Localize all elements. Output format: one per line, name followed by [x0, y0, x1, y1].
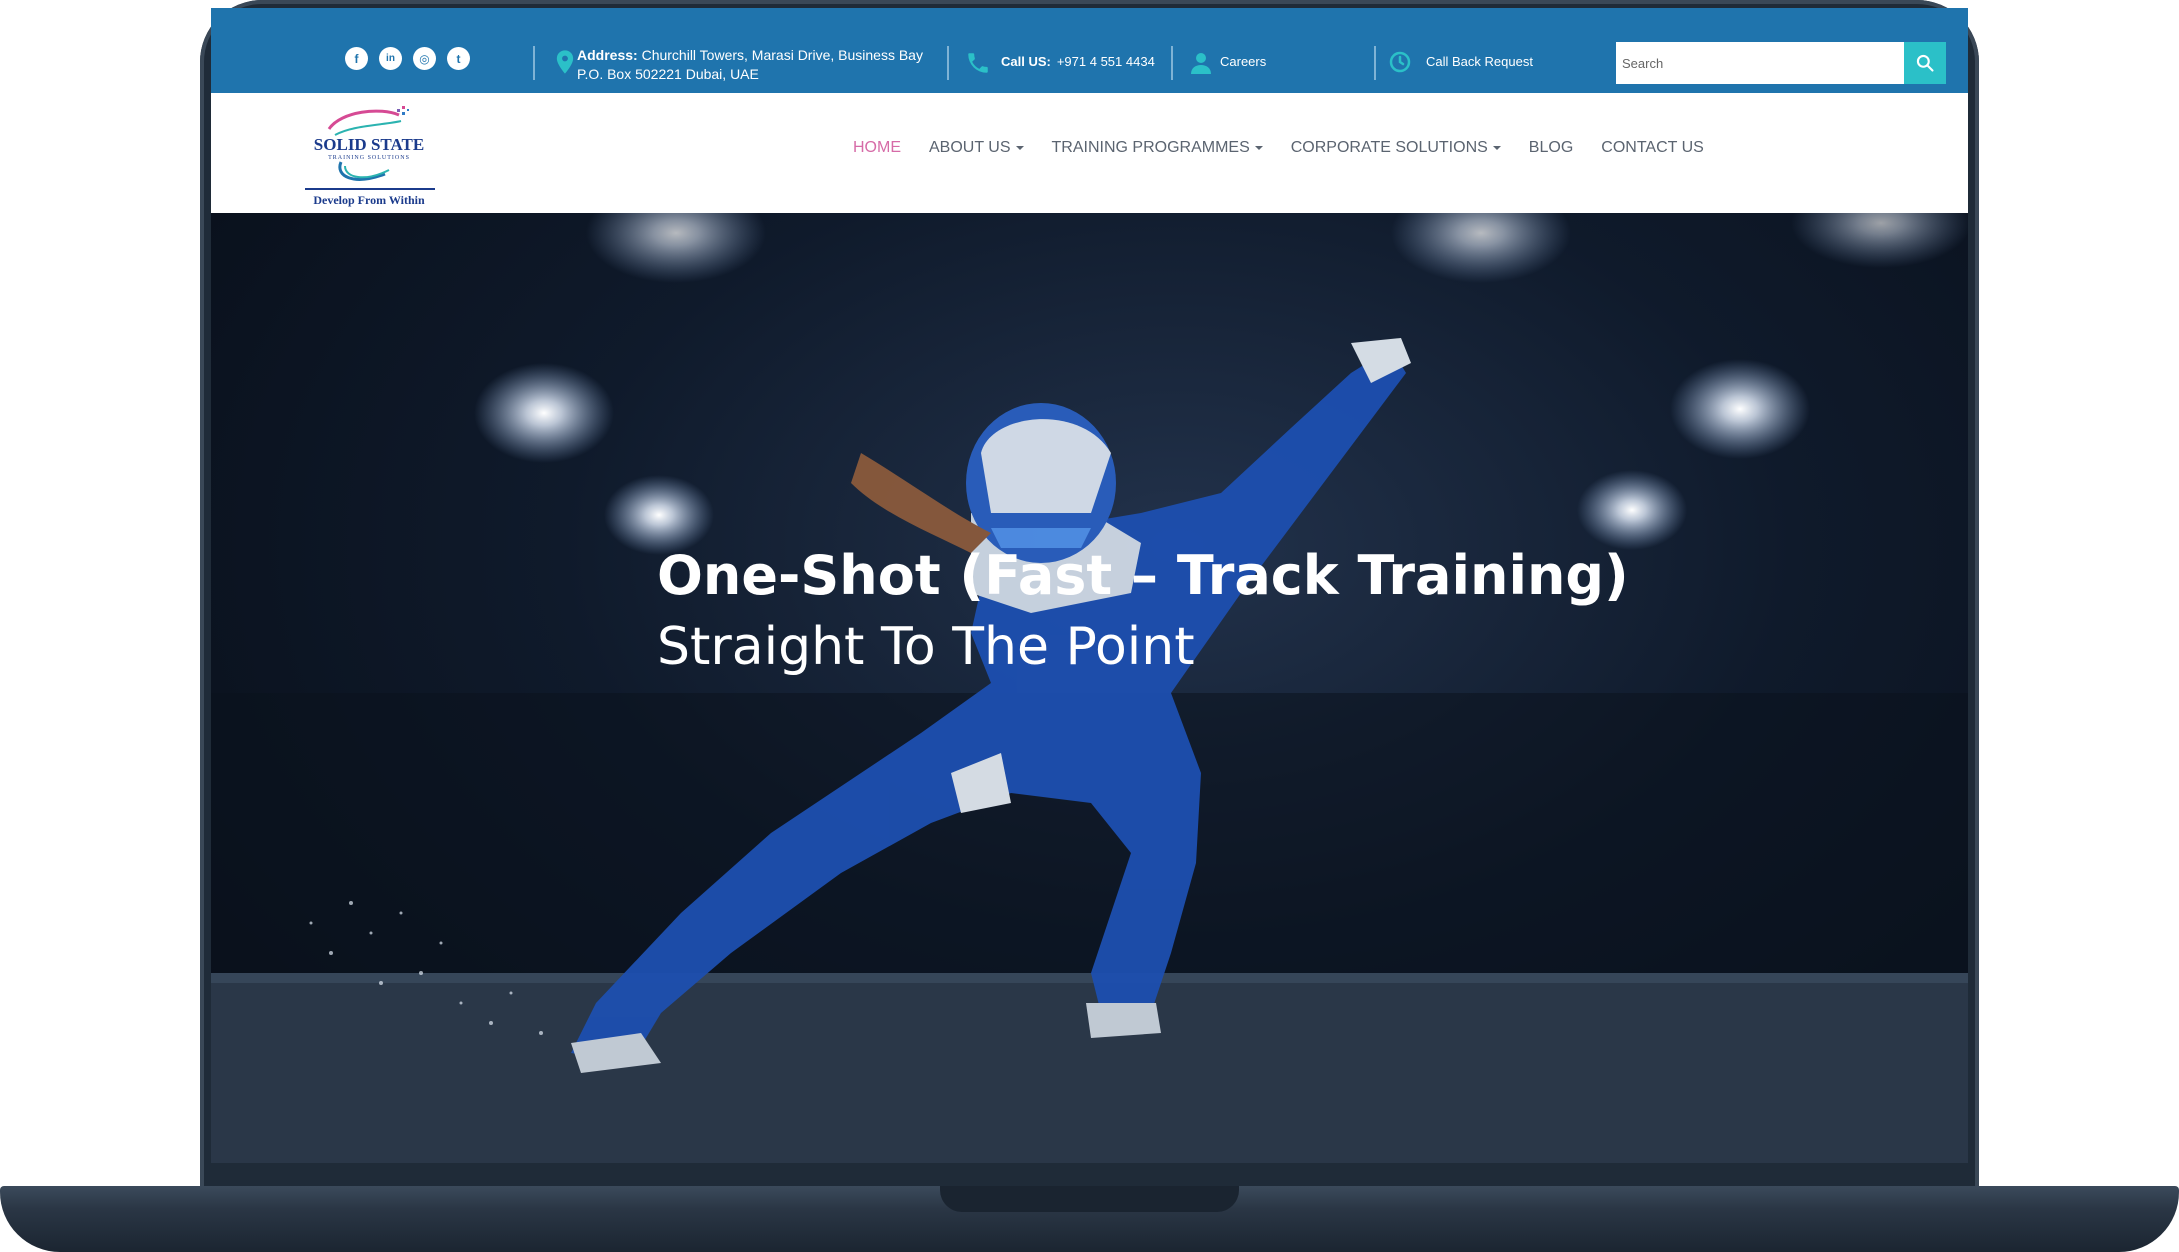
location-pin-icon [556, 50, 574, 74]
linkedin-icon[interactable]: in [379, 47, 402, 70]
user-icon [1191, 53, 1211, 74]
address-line-2: P.O. Box 502221 Dubai, UAE [577, 66, 759, 82]
call-us-link[interactable]: Call US: +971 4 551 4434 [1001, 54, 1155, 69]
address-line-1: Churchill Towers, Marasi Drive, Business… [641, 47, 923, 63]
laptop-notch [940, 1186, 1239, 1212]
clock-icon [1389, 51, 1411, 73]
top-info-bar: f in ◎ t Address: Churchill Towers, Mara… [211, 8, 1968, 93]
logo-tagline: Develop From Within [313, 193, 425, 207]
search-icon [1916, 54, 1934, 72]
site-logo[interactable]: SOLID STATE TRAINING SOLUTIONS Develop F… [301, 105, 437, 209]
nav-about-us[interactable]: ABOUT US [929, 139, 1024, 157]
divider [1171, 46, 1173, 80]
call-back-request-link[interactable]: Call Back Request [1426, 54, 1533, 69]
nav-corporate-solutions-label: CORPORATE SOLUTIONS [1290, 139, 1488, 156]
instagram-icon[interactable]: ◎ [413, 47, 436, 70]
nav-training-programmes-label: TRAINING PROGRAMMES [1051, 139, 1250, 156]
facebook-icon[interactable]: f [345, 47, 368, 70]
logo-ring-icon [338, 161, 390, 181]
phone-icon [968, 53, 988, 73]
nav-blog[interactable]: BLOG [1529, 139, 1573, 157]
nav-contact-us[interactable]: CONTACT US [1601, 139, 1704, 157]
careers-link[interactable]: Careers [1220, 54, 1266, 69]
divider [1374, 46, 1376, 80]
chevron-down-icon [1492, 146, 1501, 150]
twitter-icon[interactable]: t [447, 47, 470, 70]
nav-home[interactable]: HOME [853, 139, 901, 157]
nav-training-programmes[interactable]: TRAINING PROGRAMMES [1052, 139, 1263, 157]
main-navbar: SOLID STATE TRAINING SOLUTIONS Develop F… [211, 93, 1968, 213]
laptop-screen: f in ◎ t Address: Churchill Towers, Mara… [211, 8, 1968, 1163]
chevron-down-icon [1015, 146, 1024, 150]
hero-banner: One-Shot (Fast – Track Training) Straigh… [211, 213, 1968, 1163]
search-input[interactable] [1616, 42, 1904, 84]
divider [533, 46, 535, 80]
logo-divider [305, 188, 435, 190]
logo-name: SOLID STATE [313, 135, 425, 154]
main-menu: HOME ABOUT US TRAINING PROGRAMMES CORPOR… [853, 139, 1704, 157]
nav-corporate-solutions[interactable]: CORPORATE SOLUTIONS [1291, 139, 1501, 157]
nav-home-label: HOME [853, 139, 901, 156]
call-number: +971 4 551 4434 [1056, 54, 1155, 69]
nav-about-us-label: ABOUT US [929, 139, 1011, 156]
chevron-down-icon [1254, 146, 1263, 150]
divider [947, 46, 949, 80]
social-links: f in ◎ t [345, 47, 470, 70]
address-label: Address: [577, 47, 638, 63]
hero-background-image [211, 213, 1968, 1163]
hero-title: One-Shot (Fast – Track Training) [657, 544, 1629, 607]
nav-blog-label: BLOG [1528, 139, 1574, 156]
hero-subtitle: Straight To The Point [657, 617, 1195, 677]
search-button[interactable] [1904, 42, 1946, 84]
address-text: Address: Churchill Towers, Marasi Drive,… [577, 46, 923, 84]
nav-contact-us-label: CONTACT US [1601, 139, 1704, 156]
call-label: Call US: [1001, 54, 1051, 69]
